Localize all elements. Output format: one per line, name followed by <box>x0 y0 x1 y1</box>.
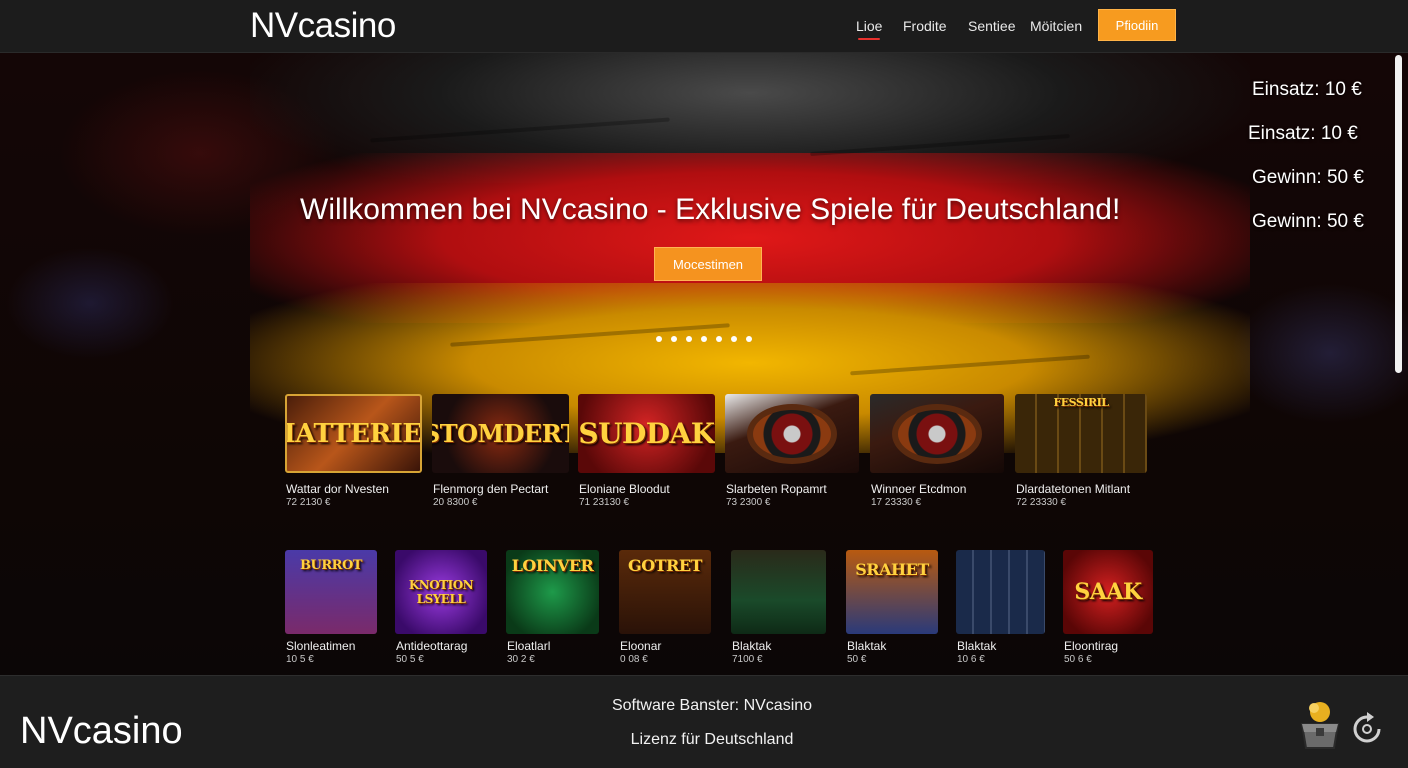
game-thumbnail[interactable] <box>870 394 1004 473</box>
game-thumbnail[interactable]: BURROT <box>285 550 377 634</box>
carousel-dots <box>656 336 752 342</box>
game-name: Winnoer Etcdmon <box>871 482 967 496</box>
carousel-dot[interactable] <box>716 336 722 342</box>
game-price: 17 23330 € <box>871 497 922 508</box>
stat-win-2: Gewinn: 50 € <box>1252 211 1364 232</box>
game-thumbnail[interactable]: GOTRET <box>619 550 711 634</box>
carousel-dot[interactable] <box>701 336 707 342</box>
roulette-wheel-icon <box>747 403 837 464</box>
game-name: Antideottarag <box>396 639 468 653</box>
game-name: Eloniane Bloodut <box>579 482 670 496</box>
chest-icon <box>1300 702 1340 749</box>
nav-item-1[interactable]: Lioe <box>856 18 882 40</box>
footer-logo[interactable]: NVcasino <box>20 710 183 753</box>
game-name: Eloatlarl <box>507 639 551 653</box>
game-price: 71 23130 € <box>579 497 630 508</box>
game-price: 20 8300 € <box>433 497 478 508</box>
game-thumbnail[interactable] <box>956 550 1045 634</box>
game-name: Eloonar <box>620 639 662 653</box>
nav-item-3[interactable]: Sentiee <box>968 18 1015 34</box>
site-header: NVcasino Lioe Frodite Sentiee Möitcien P… <box>0 0 1408 53</box>
game-price: 30 2 € <box>507 654 535 665</box>
roulette-wheel-icon <box>892 403 982 464</box>
stat-win-1: Gewinn: 50 € <box>1252 167 1364 188</box>
hero-cta-button[interactable]: Mocestimen <box>654 247 762 281</box>
hero-banner: Willkommen bei NVcasino - Exklusive Spie… <box>0 53 1408 675</box>
footer-provider-text: Software Banster: NVcasino <box>611 697 813 714</box>
game-name: Flenmorg den Pectart <box>433 482 549 496</box>
game-thumbnail[interactable]: FESSIRIL <box>1015 394 1147 473</box>
game-name: Slarbeten Ropamrt <box>726 482 827 496</box>
game-price: 50 5 € <box>396 654 424 665</box>
game-price: 50 € <box>847 654 867 665</box>
carousel-dot[interactable] <box>656 336 662 342</box>
carousel-dot[interactable] <box>686 336 692 342</box>
game-thumbnail[interactable]: BIATTERIEN <box>285 394 422 473</box>
game-name: Wattar dor Nvesten <box>286 482 389 496</box>
game-price: 7100 € <box>732 654 763 665</box>
nav-item-2[interactable]: Frodite <box>903 18 947 34</box>
game-name: Blaktak <box>957 639 997 653</box>
game-thumbnail[interactable] <box>725 394 859 473</box>
game-price: 10 6 € <box>957 654 985 665</box>
game-thumbnail[interactable]: SUDDAK <box>578 394 715 473</box>
game-name: Blaktak <box>732 639 772 653</box>
site-logo[interactable]: NVcasino <box>250 6 396 46</box>
carousel-dot[interactable] <box>746 336 752 342</box>
game-thumbnail[interactable]: SRAHET <box>846 550 938 634</box>
stat-stake-1: Einsatz: 10 € <box>1252 79 1362 100</box>
scrollbar[interactable] <box>1393 53 1405 377</box>
game-thumbnail[interactable]: LOINVER <box>506 550 599 634</box>
game-price: 73 2300 € <box>726 497 771 508</box>
reload-icon[interactable] <box>1348 710 1386 748</box>
game-price: 10 5 € <box>286 654 314 665</box>
footer-license-text: Lizenz für Deutschland <box>630 731 794 748</box>
game-price: 50 6 € <box>1064 654 1092 665</box>
nav-item-4[interactable]: Möitcien <box>1030 18 1082 34</box>
game-thumbnail[interactable]: SAAK <box>1063 550 1153 634</box>
game-name: Slonleatimen <box>286 639 356 653</box>
site-footer: NVcasino Software Banster: NVcasino Lize… <box>0 675 1408 768</box>
game-name: Blaktak <box>847 639 887 653</box>
game-thumbnail[interactable] <box>731 550 826 634</box>
hero-headline: Willkommen bei NVcasino - Exklusive Spie… <box>300 193 1121 226</box>
carousel-dot[interactable] <box>671 336 677 342</box>
game-name: Dlardatetonen Mitlant <box>1016 482 1131 496</box>
game-name: Eloontirag <box>1064 639 1119 653</box>
game-price: 0 08 € <box>620 654 648 665</box>
game-price: 72 23330 € <box>1016 497 1067 508</box>
carousel-dot[interactable] <box>731 336 737 342</box>
header-action-button[interactable]: Pfiodiin <box>1098 9 1176 41</box>
scrollbar-thumb[interactable] <box>1395 55 1402 373</box>
game-thumbnail[interactable]: KNOTION LSYELL <box>395 550 487 634</box>
stat-stake-2: Einsatz: 10 € <box>1248 123 1358 144</box>
game-price: 72 2130 € <box>286 497 331 508</box>
game-thumbnail[interactable]: STOMDERT <box>432 394 569 473</box>
